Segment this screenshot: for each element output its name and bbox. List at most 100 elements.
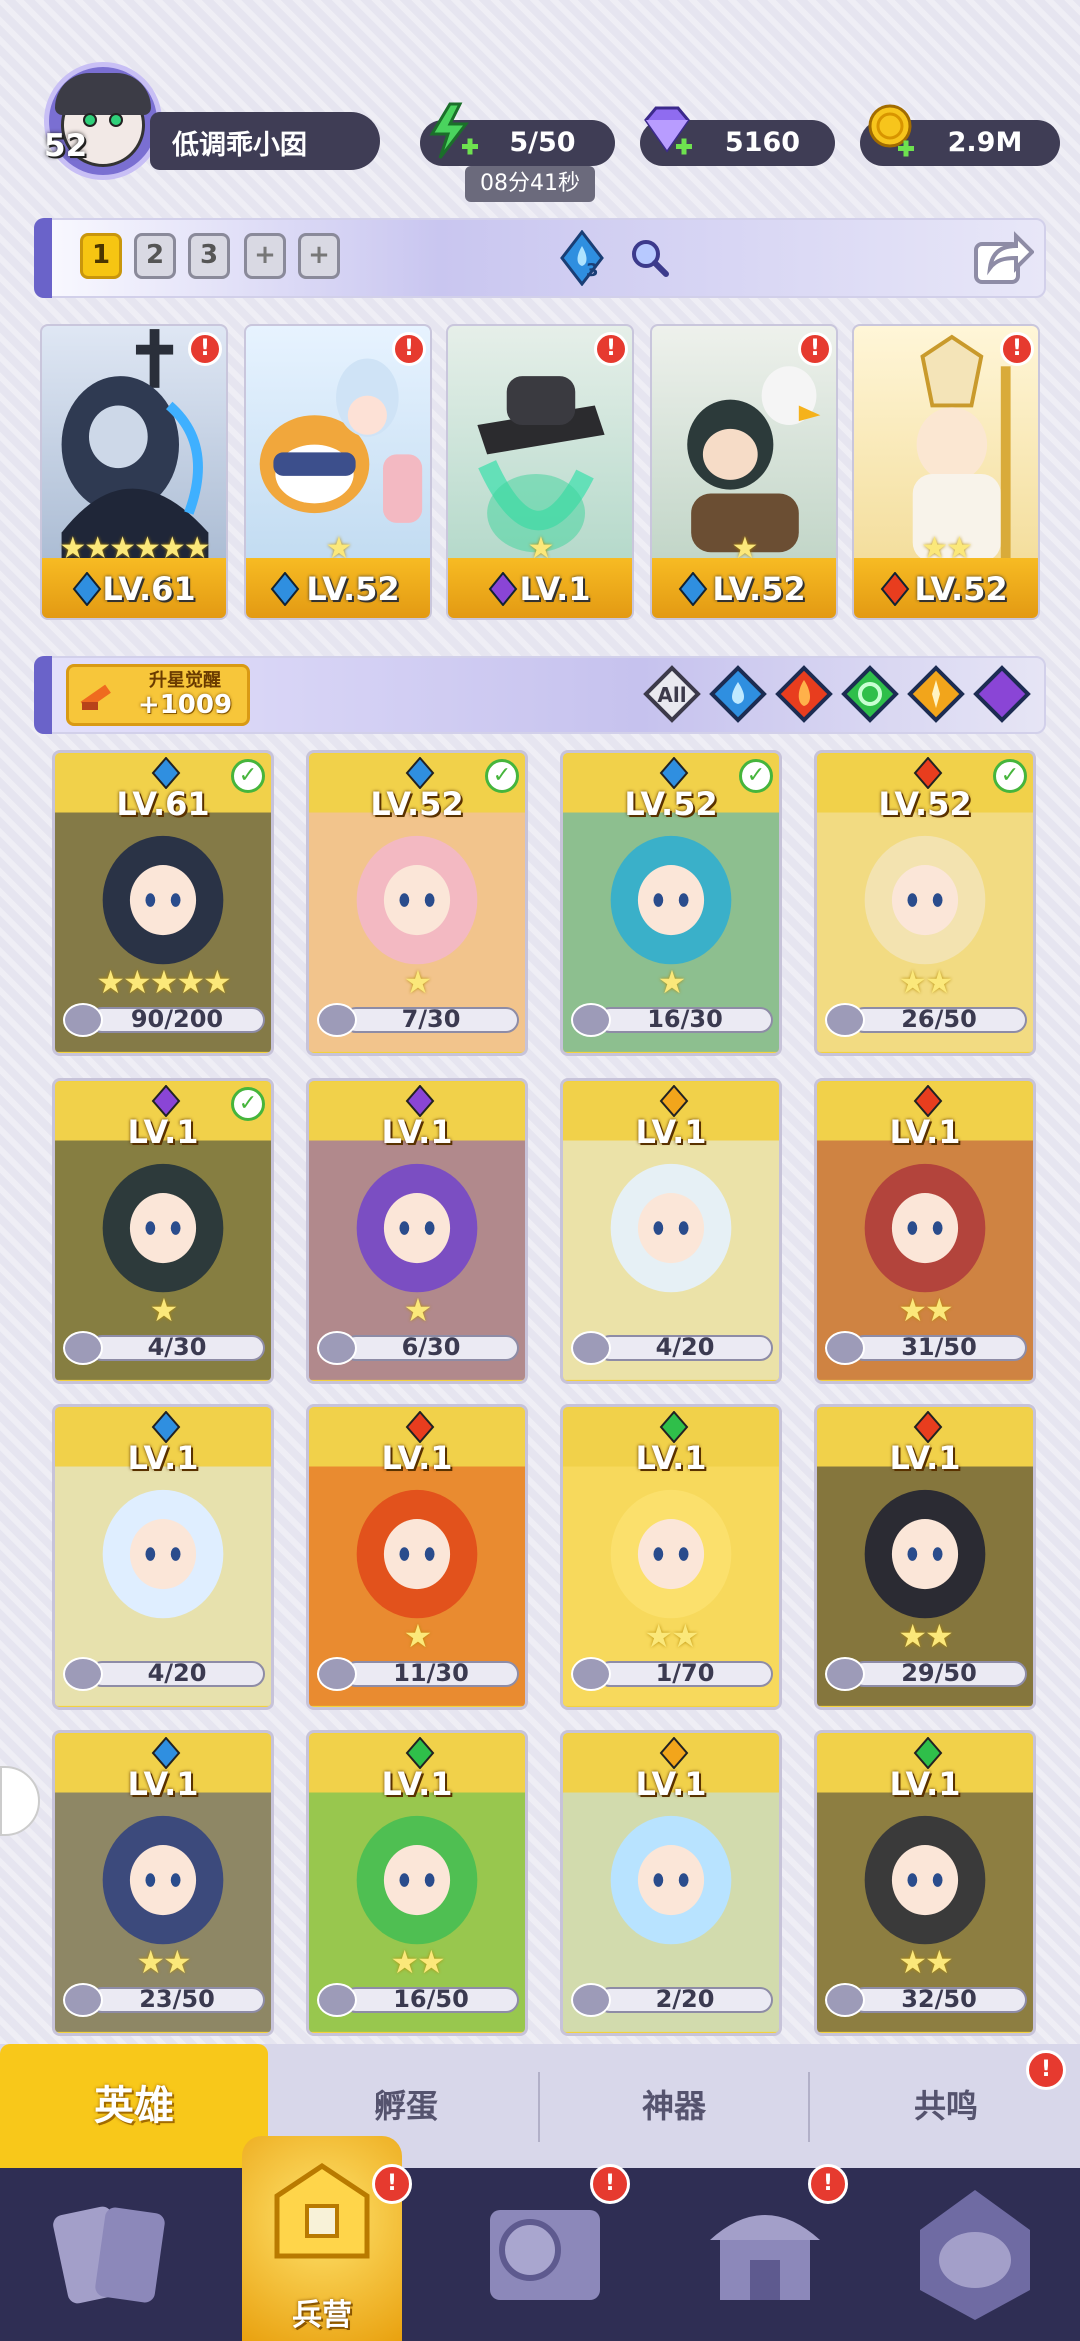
team-bar — [34, 218, 1046, 298]
hero-level: LV.1 — [127, 1439, 199, 1477]
alert-icon: ! — [372, 2164, 412, 2204]
team-slot-5[interactable]: ★★ LV.52 ! — [852, 324, 1040, 620]
game-screen: 低调乖小囡 52 5/50 08分41秒 5160 2.9M 1 2 3 + +… — [0, 0, 1080, 2341]
sword-icon — [80, 684, 111, 710]
hero-card[interactable]: LV.1 ★★ 31/50 — [814, 1078, 1036, 1384]
star-rating: ★★ — [644, 1617, 699, 1655]
fragment-count: 90/200 — [130, 1005, 224, 1033]
alert-icon: ! — [392, 332, 426, 366]
hero-card[interactable]: LV.1 4/20 — [560, 1078, 782, 1384]
check-icon: ✓ — [993, 759, 1027, 793]
team-tab-3[interactable]: 3 — [188, 233, 230, 279]
filter-bar-accent — [34, 656, 52, 734]
alert-icon: ! — [590, 2164, 630, 2204]
check-icon: ✓ — [739, 759, 773, 793]
team-add-button-2[interactable]: + — [298, 233, 340, 279]
team-slot-3[interactable]: ★ LV.1 ! — [446, 324, 634, 620]
hero-level: LV.1 — [635, 1765, 707, 1803]
hero-card[interactable]: LV.52 ✓ ★ 16/30 — [560, 750, 782, 1056]
fragment-progress: 31/50 — [825, 1331, 1027, 1365]
filter-dark-icon[interactable] — [972, 664, 1032, 724]
fragment-count: 2/20 — [655, 1985, 715, 2013]
filter-fire-icon[interactable] — [774, 664, 834, 724]
fragment-count: 1/70 — [655, 1659, 715, 1687]
hero-card[interactable]: LV.1 ★ 11/30 — [306, 1404, 528, 1710]
energy-plus-icon[interactable] — [420, 100, 482, 162]
team-slot-4[interactable]: ★ LV.52 ! — [650, 324, 838, 620]
filter-all-button[interactable]: All — [642, 664, 702, 724]
fragment-progress: 4/20 — [63, 1657, 265, 1691]
hero-level: LV.1 — [127, 1765, 199, 1803]
fragment-count: 16/30 — [647, 1005, 723, 1033]
barracks-icon — [274, 2162, 370, 2259]
alert-icon: ! — [594, 332, 628, 366]
fragment-count: 4/20 — [655, 1333, 715, 1361]
fragment-progress: 23/50 — [63, 1983, 265, 2017]
alert-icon: ! — [1026, 2050, 1066, 2090]
star-rating: ★ — [403, 1291, 433, 1329]
team-tab-1[interactable]: 1 — [80, 233, 122, 279]
side-helper-bubble[interactable] — [0, 1766, 40, 1836]
star-rating: ★★ — [390, 1943, 445, 1981]
team-slot-2[interactable]: ★ LV.52 ! — [244, 324, 432, 620]
filter-wind-icon[interactable] — [840, 664, 900, 724]
team-tab-2[interactable]: 2 — [134, 233, 176, 279]
energy-timer: 08分41秒 — [465, 166, 595, 202]
star-rating: ★ — [403, 1617, 433, 1655]
check-icon: ✓ — [485, 759, 519, 793]
team-element-count: 3 — [586, 260, 599, 281]
water-element-icon[interactable] — [556, 230, 608, 286]
hero-card[interactable]: LV.1 ★ 6/30 — [306, 1078, 528, 1384]
player-name[interactable]: 低调乖小囡 — [150, 112, 380, 170]
guild-icon[interactable] — [900, 2180, 1050, 2330]
star-rating: ★ — [657, 963, 687, 1001]
team-slot-1[interactable]: ★★★★★★ LV.61 ! — [40, 324, 228, 620]
avatar-eye-left — [83, 113, 97, 127]
tab-heroes[interactable]: 英雄 — [0, 2044, 268, 2168]
fragment-progress: 29/50 — [825, 1657, 1027, 1691]
fragment-progress: 11/30 — [317, 1657, 519, 1691]
hero-level: LV.1 — [635, 1113, 707, 1151]
filter-light-icon[interactable] — [906, 664, 966, 724]
team-add-button-1[interactable]: + — [244, 233, 286, 279]
alert-icon: ! — [808, 2164, 848, 2204]
hero-level: LV.61 — [102, 570, 196, 608]
hero-card[interactable]: LV.1 ★★ 29/50 — [814, 1404, 1036, 1710]
filter-water-icon[interactable] — [708, 664, 768, 724]
hero-level: LV.52 — [712, 570, 806, 608]
fragment-progress: 2/20 — [571, 1983, 773, 2017]
hero-card[interactable]: LV.61 ✓ ★★★★★ 90/200 — [52, 750, 274, 1056]
hero-card[interactable]: LV.1 2/20 — [560, 1730, 782, 2036]
star-rating: ★ — [403, 963, 433, 1001]
fragment-count: 32/50 — [901, 1985, 977, 2013]
alert-icon: ! — [798, 332, 832, 366]
adventure-map-icon[interactable] — [470, 2180, 620, 2330]
hero-card[interactable]: LV.1 ★★ 23/50 — [52, 1730, 274, 2036]
hero-card[interactable]: LV.1 ★★ 1/70 — [560, 1404, 782, 1710]
hero-level: LV.52 — [914, 570, 1008, 608]
avatar-hat — [55, 73, 151, 115]
share-icon[interactable] — [972, 228, 1034, 288]
fragment-progress: 26/50 — [825, 1003, 1027, 1037]
nav-barracks-label: 兵营 — [292, 2298, 352, 2333]
star-rating: ★ — [149, 1291, 179, 1329]
temple-icon[interactable] — [690, 2180, 840, 2330]
star-rating: ★★ — [898, 1943, 953, 1981]
hero-card[interactable]: LV.52 ✓ ★★ 26/50 — [814, 750, 1036, 1056]
hero-card[interactable]: LV.1 ★★ 16/50 — [306, 1730, 528, 2036]
coin-plus-icon[interactable] — [862, 100, 924, 162]
search-icon[interactable] — [628, 236, 672, 280]
hero-card[interactable]: LV.1 4/20 — [52, 1404, 274, 1710]
tab-artifact[interactable]: 神器 — [540, 2044, 808, 2168]
alert-icon: ! — [188, 332, 222, 366]
player-level: 52 — [44, 128, 88, 164]
fragment-count: 23/50 — [139, 1985, 215, 2013]
cards-icon[interactable] — [40, 2180, 190, 2330]
hero-card[interactable]: LV.1 ★★ 32/50 — [814, 1730, 1036, 2036]
hero-card[interactable]: LV.52 ✓ ★ 7/30 — [306, 750, 528, 1056]
star-rating: ★★ — [898, 963, 953, 1001]
gem-plus-icon[interactable] — [636, 100, 698, 162]
fragment-progress: 1/70 — [571, 1657, 773, 1691]
hero-card[interactable]: LV.1 ✓ ★ 4/30 — [52, 1078, 274, 1384]
fragment-count: 29/50 — [901, 1659, 977, 1687]
